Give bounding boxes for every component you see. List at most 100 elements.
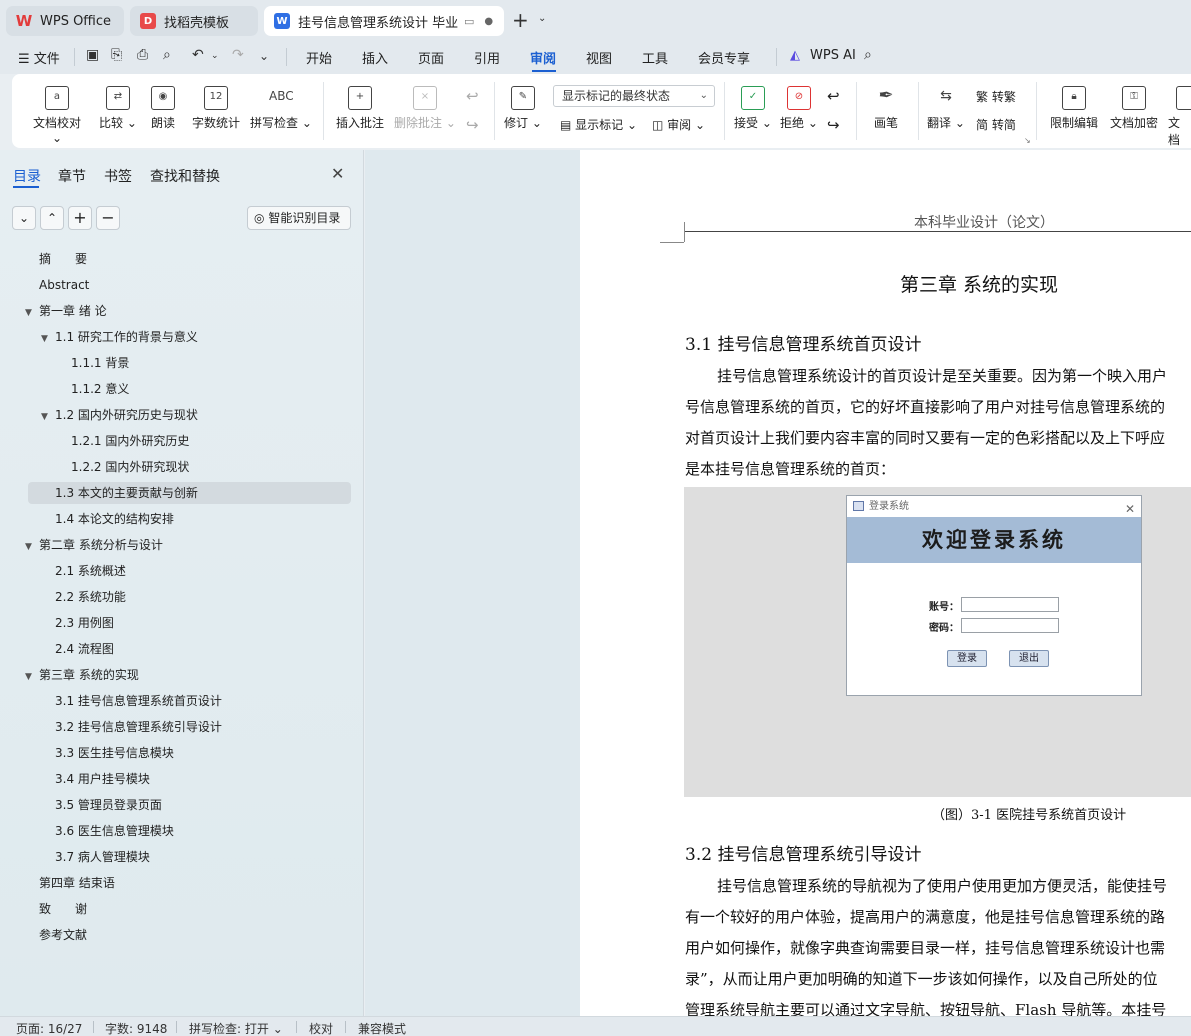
tab-wps-office[interactable]: W WPS Office [6, 6, 124, 36]
translate-button[interactable]: ⇆ 翻译 ⌄ [926, 86, 966, 131]
prev-change-icon[interactable]: ↩ [827, 87, 840, 105]
toc-item[interactable]: 3.1 挂号信息管理系统首页设计 [55, 690, 222, 712]
save-icon[interactable]: ▣ [86, 47, 99, 63]
expand-caret-icon[interactable]: ▼ [41, 406, 55, 428]
menu-tools[interactable]: 工具 [642, 48, 668, 67]
close-icon[interactable]: ✕ [331, 164, 344, 183]
toc-item[interactable]: 3.7 病人管理模块 [55, 846, 150, 868]
toc-item[interactable]: 1.2.2 国内外研究现状 [71, 456, 189, 478]
pen-icon: ✒ [878, 85, 894, 106]
search-icon[interactable]: ⌕ [864, 47, 872, 63]
menu-view[interactable]: 视图 [586, 48, 612, 67]
undo-icon[interactable]: ↶ [192, 47, 204, 63]
encrypt-button[interactable]: ⚿ 文档加密 [1108, 86, 1160, 131]
toc-item[interactable]: 2.2 系统功能 [55, 586, 126, 608]
to-traditional-button[interactable]: 繁 转繁 [976, 88, 1016, 105]
review-pane-button[interactable]: ◫ 审阅 ⌄ [652, 116, 705, 133]
toc-item[interactable]: 2.3 用例图 [55, 612, 114, 634]
toc-item[interactable]: ▼ 第一章 绪 论 [25, 300, 107, 322]
expand-caret-icon[interactable]: ▼ [41, 328, 55, 350]
toc-item-label: 摘 要 [39, 252, 88, 266]
add-heading-icon[interactable]: + [68, 206, 92, 230]
toc-item[interactable]: 参考文献 [39, 924, 87, 946]
toc-item[interactable]: 致 谢 [39, 898, 87, 920]
redo-icon[interactable]: ↷ [232, 47, 244, 63]
to-simplified-button[interactable]: 简 转简 [976, 116, 1016, 133]
proofread-indicator[interactable]: 校对 [309, 1020, 333, 1036]
show-markup-button[interactable]: ▤ 显示标记 ⌄ [560, 116, 637, 133]
restrict-edit-button[interactable]: 🔒︎ 限制编辑 [1048, 86, 1100, 131]
menu-references[interactable]: 引用 [474, 48, 500, 67]
nav-tab-toc[interactable]: 目录 [13, 166, 41, 186]
next-comment-icon[interactable]: ↪ [466, 116, 479, 134]
collapse-chevron-icon[interactable]: ⌄ [12, 206, 36, 230]
nav-tab-bookmarks[interactable]: 书签 [104, 166, 132, 186]
print-preview-icon[interactable]: ⌕ [163, 47, 171, 63]
new-tab-plus-icon[interactable]: + [512, 8, 529, 32]
tab-template[interactable]: D 找稻壳模板 [130, 6, 258, 36]
word-count-button[interactable]: 12 字数统计 [190, 86, 242, 131]
dialog-launcher-icon[interactable]: ↘ [1024, 136, 1031, 145]
markup-state-select[interactable]: 显示标记的最终状态 ⌄ [553, 85, 715, 107]
menu-file[interactable]: ☰ 文件 [18, 48, 60, 67]
expand-caret-icon[interactable]: ▼ [25, 666, 39, 688]
smart-toc-button[interactable]: ◎ 智能识别目录 [247, 206, 351, 230]
toc-item[interactable]: 2.1 系统概述 [55, 560, 126, 582]
toc-item[interactable]: 摘 要 [39, 248, 87, 270]
document-page[interactable]: 本科毕业设计（论文） 第三章 系统的实现 3.1 挂号信息管理系统首页设计 挂号… [580, 150, 1191, 1016]
expand-caret-icon[interactable]: ▼ [25, 536, 39, 558]
compare-button[interactable]: ⇄ 比较 ⌄ [96, 86, 140, 131]
tab-list-chevron-icon[interactable]: ⌄ [538, 13, 546, 24]
word-count-indicator[interactable]: 字数: 9148 [105, 1020, 167, 1036]
prev-comment-icon[interactable]: ↩ [466, 87, 479, 105]
toc-item[interactable]: 3.5 管理员登录页面 [55, 794, 162, 816]
toc-item[interactable]: ▼ 1.2 国内外研究历史与现状 [41, 404, 198, 426]
toc-item[interactable]: ▼ 第二章 系统分析与设计 [25, 534, 163, 556]
toc-item[interactable]: 1.4 本论文的结构安排 [55, 508, 174, 530]
spell-check-indicator[interactable]: 拼写检查: 打开 ⌄ [189, 1020, 283, 1036]
spell-check-button[interactable]: ABC 拼写检查 ⌄ [250, 86, 312, 131]
toc-item[interactable]: ▼ 1.1 研究工作的背景与意义 [41, 326, 198, 348]
read-aloud-button[interactable]: ◉ 朗读 [148, 86, 178, 131]
expand-chevron-icon[interactable]: ⌃ [40, 206, 64, 230]
toc-item[interactable]: Abstract [39, 274, 89, 296]
print-icon[interactable]: ⎙ [137, 47, 148, 63]
tab-document[interactable]: W 挂号信息管理系统设计 毕业论文 ▭ ● [264, 6, 504, 36]
menu-review[interactable]: 审阅 [530, 48, 556, 67]
customize-chevron-icon[interactable]: ⌄ [259, 49, 269, 63]
toc-item[interactable]: 1.3 本文的主要贡献与创新 [55, 482, 198, 504]
menu-insert[interactable]: 插入 [362, 48, 388, 67]
undo-chevron-icon[interactable]: ⌄ [211, 51, 219, 61]
toc-item[interactable]: 1.1.2 意义 [71, 378, 129, 400]
nav-tab-sections[interactable]: 章节 [58, 166, 86, 186]
toc-item[interactable]: ▼ 第三章 系统的实现 [25, 664, 139, 686]
document-right-button[interactable]: 文档 [1168, 86, 1191, 148]
remove-heading-icon[interactable]: − [96, 206, 120, 230]
toc-item[interactable]: 第四章 结束语 [39, 872, 115, 894]
menu-home[interactable]: 开始 [306, 48, 332, 67]
insert-comment-button[interactable]: + 插入批注 [334, 86, 386, 131]
menu-wps-ai[interactable]: WPS AI [810, 48, 856, 63]
doc-check-button[interactable]: a 文档校对 ⌄ [28, 86, 86, 145]
unsaved-dot-icon[interactable]: ● [484, 16, 493, 27]
toc-item[interactable]: 1.2.1 国内外研究历史 [71, 430, 189, 452]
menu-membership[interactable]: 会员专享 [698, 48, 750, 67]
toc-item[interactable]: 3.3 医生挂号信息模块 [55, 742, 174, 764]
toc-item[interactable]: 3.4 用户挂号模块 [55, 768, 150, 790]
reject-button[interactable]: ⊘ 拒绝 ⌄ [780, 86, 818, 131]
next-change-icon[interactable]: ↪ [827, 116, 840, 134]
accept-button[interactable]: ✓ 接受 ⌄ [734, 86, 772, 131]
nav-tab-find-replace[interactable]: 查找和替换 [150, 166, 220, 186]
delete-comment-button[interactable]: × 删除批注 ⌄ [394, 86, 456, 131]
toc-item[interactable]: 3.6 医生信息管理模块 [55, 820, 174, 842]
toc-item[interactable]: 3.2 挂号信息管理系统引导设计 [55, 716, 222, 738]
toc-item-label: 3.7 病人管理模块 [55, 850, 150, 864]
page-indicator[interactable]: 页面: 16/27 [16, 1020, 82, 1036]
toc-item[interactable]: 1.1.1 背景 [71, 352, 129, 374]
toc-item[interactable]: 2.4 流程图 [55, 638, 114, 660]
share-icon[interactable]: ⎘ [111, 47, 122, 63]
menu-page[interactable]: 页面 [418, 48, 444, 67]
pen-button[interactable]: ✒ 画笔 [870, 86, 902, 131]
expand-caret-icon[interactable]: ▼ [25, 302, 39, 324]
track-changes-button[interactable]: ✎ 修订 ⌄ [504, 86, 542, 131]
